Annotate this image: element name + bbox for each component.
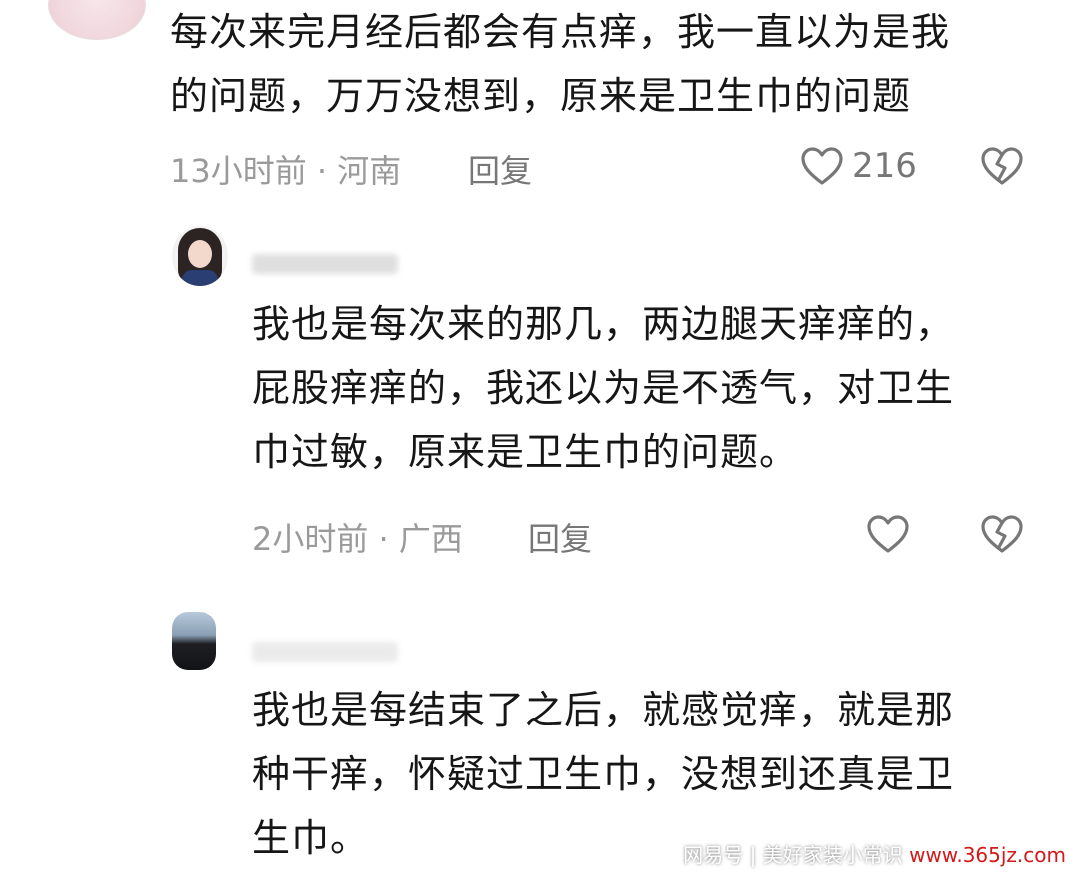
comment-text: 我也是每次来的那几，两边腿天痒痒的， 屁股痒痒的，我还以为是不透气，对卫生 巾过… — [252, 302, 955, 474]
watermark-site: www.365jz.com — [909, 843, 1066, 867]
watermark: 网易号 | 美好家装小常识 www.365jz.com — [683, 839, 1066, 868]
heart-outline-icon[interactable] — [800, 146, 844, 186]
username-blurred[interactable] — [252, 254, 398, 274]
comment-thread: 每次来完月经后都会有点痒，我一直以为是我 的问题，万万没想到，原来是卫生巾的问题… — [0, 0, 1080, 874]
comment-meta: 13小时前 · 河南 — [170, 152, 402, 190]
avatar[interactable] — [172, 612, 216, 670]
username-blurred[interactable] — [252, 642, 398, 662]
like-count: 216 — [852, 146, 917, 186]
avatar[interactable] — [48, 0, 146, 40]
comment-meta: 2小时前 · 广西 — [252, 520, 463, 558]
reply-button[interactable]: 回复 — [528, 514, 592, 560]
avatar[interactable] — [172, 226, 228, 286]
comment-text: 每次来完月经后都会有点痒，我一直以为是我 的问题，万万没想到，原来是卫生巾的问题 — [170, 10, 951, 118]
watermark-text: 网易号 | 美好家装小常识 — [683, 843, 903, 867]
heart-outline-icon[interactable] — [866, 514, 910, 554]
broken-heart-icon[interactable] — [980, 514, 1024, 554]
broken-heart-icon[interactable] — [980, 146, 1024, 186]
reply-button[interactable]: 回复 — [468, 146, 532, 192]
